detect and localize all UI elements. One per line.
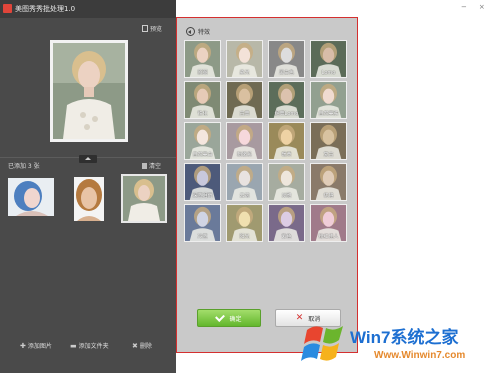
- watermark-title: Win7系统之家: [350, 328, 459, 347]
- effect-tile[interactable]: 暖黄: [268, 122, 305, 160]
- delete-icon: ✖: [132, 341, 138, 350]
- effect-tile[interactable]: 粉红佳人: [310, 204, 347, 242]
- effect-label: 云端: [239, 193, 250, 199]
- effect-label: 柔光: [239, 70, 250, 76]
- ok-button[interactable]: 确定: [197, 309, 261, 327]
- delete-button[interactable]: ✖ 删除: [132, 341, 152, 351]
- effect-label: 复古: [323, 152, 334, 158]
- effect-label: 自然美肤: [318, 111, 339, 117]
- effect-label: 冷蓝: [197, 234, 208, 240]
- effect-tile[interactable]: 冷蓝: [184, 204, 221, 242]
- main-photo-preview: [50, 40, 128, 142]
- dialog-title: 特效: [198, 29, 211, 36]
- preview-button[interactable]: 预览: [142, 24, 162, 33]
- effect-tile[interactable]: 铁化: [184, 81, 221, 119]
- title-bar: 美图秀秀批处理1.0: [0, 0, 176, 18]
- thumbnail-2[interactable]: [74, 177, 104, 221]
- add-image-button[interactable]: ✚ 添加图片: [20, 341, 52, 351]
- effect-tile[interactable]: Lomo: [310, 40, 347, 78]
- thumbnail-image: [8, 178, 54, 216]
- ok-label: 确定: [229, 315, 242, 323]
- thumbnail-image: [74, 177, 104, 221]
- effect-tile[interactable]: 紫色: [268, 204, 305, 242]
- add-folder-button[interactable]: ▬ 添加文件夹: [70, 341, 109, 351]
- windows-logo-icon: [301, 326, 343, 361]
- effect-tile[interactable]: 云端: [226, 163, 263, 201]
- portrait-image: [53, 43, 125, 139]
- effect-label: 粉嫩系: [236, 152, 252, 158]
- delete-label: 删除: [139, 343, 152, 350]
- effect-tile[interactable]: 原图: [184, 40, 221, 78]
- effect-tile[interactable]: 黑白色: [268, 40, 305, 78]
- left-panel: 美图秀秀批处理1.0 预览 已添加 3 张 清空 ✚ 添加图片 ▬ 添加文件夹 …: [0, 0, 176, 373]
- effect-label: 原图: [197, 70, 208, 76]
- close-icon[interactable]: ×: [479, 3, 485, 11]
- effect-label: 自然美白: [192, 152, 213, 158]
- watermark-url: Www.Winwin7.com: [374, 350, 466, 361]
- preview-label: 预览: [150, 26, 163, 33]
- effect-label: Lomo: [321, 70, 336, 76]
- clear-button[interactable]: 清空: [142, 161, 161, 170]
- effect-label: 经典Lomo: [274, 111, 299, 117]
- effect-label: 黑白色: [278, 70, 294, 76]
- effect-label: 粉红佳人: [318, 234, 339, 240]
- app-title: 美图秀秀批处理1.0: [15, 5, 76, 13]
- thumbnail-1[interactable]: [8, 178, 54, 216]
- add-folder-label: 添加文件夹: [78, 343, 109, 350]
- minimize-icon[interactable]: −: [461, 3, 467, 11]
- effect-tile[interactable]: 古典: [226, 81, 263, 119]
- trash-icon: [142, 162, 147, 169]
- effect-tile[interactable]: 自然美白: [184, 122, 221, 160]
- effect-label: 暖黄: [281, 152, 292, 158]
- effect-tile[interactable]: 经典Lomo: [268, 81, 305, 119]
- effect-tile[interactable]: 优格: [310, 163, 347, 201]
- window-controls: − ×: [461, 3, 485, 11]
- effect-label: 紫色: [281, 234, 292, 240]
- effect-label: 阳光: [239, 234, 250, 240]
- effect-tile[interactable]: 淡雅: [268, 163, 305, 201]
- added-count-label: 已添加 3 张: [8, 163, 40, 170]
- dialog-header: 特效: [186, 27, 210, 36]
- effect-label: 铁化: [197, 111, 208, 117]
- effect-tile[interactable]: 粉嫩系: [226, 122, 263, 160]
- effect-label: 古典: [239, 111, 250, 117]
- bottom-toolbar: ✚ 添加图片 ▬ 添加文件夹 ✖ 删除: [0, 338, 176, 354]
- folder-icon: ▬: [70, 341, 77, 350]
- effect-tile[interactable]: 柔光: [226, 40, 263, 78]
- preview-icon: [142, 25, 148, 32]
- effects-grid: 原图 柔光 黑白色 Lomo 铁化 古典 经典Lomo 自然美肤自然美白 粉嫩系 暖黄 复古深蓝泪雨…: [184, 40, 352, 246]
- effect-tile[interactable]: 深蓝泪雨: [184, 163, 221, 201]
- add-image-label: 添加图片: [27, 343, 52, 350]
- effect-tile[interactable]: 自然美肤: [310, 81, 347, 119]
- effect-tile[interactable]: 阳光: [226, 204, 263, 242]
- thumbnail-3-selected[interactable]: [121, 174, 167, 223]
- back-arrow-icon[interactable]: [186, 27, 195, 36]
- app-logo-icon: [3, 4, 12, 13]
- check-icon: [215, 312, 226, 322]
- effect-label: 淡雅: [281, 193, 292, 199]
- effect-label: 优格: [323, 193, 334, 199]
- thumbnail-image: [123, 176, 165, 221]
- effect-tile[interactable]: 复古: [310, 122, 347, 160]
- effects-dialog: 特效 原图 柔光 黑白色 Lomo 铁化 古典 经典Lomo 自然美肤自然美白 粉嫩系 暖黄 复古深…: [176, 17, 358, 353]
- clear-label: 清空: [149, 163, 162, 170]
- plus-icon: ✚: [20, 341, 26, 350]
- collapse-arrow-icon[interactable]: [79, 155, 97, 163]
- effect-label: 深蓝泪雨: [192, 193, 213, 199]
